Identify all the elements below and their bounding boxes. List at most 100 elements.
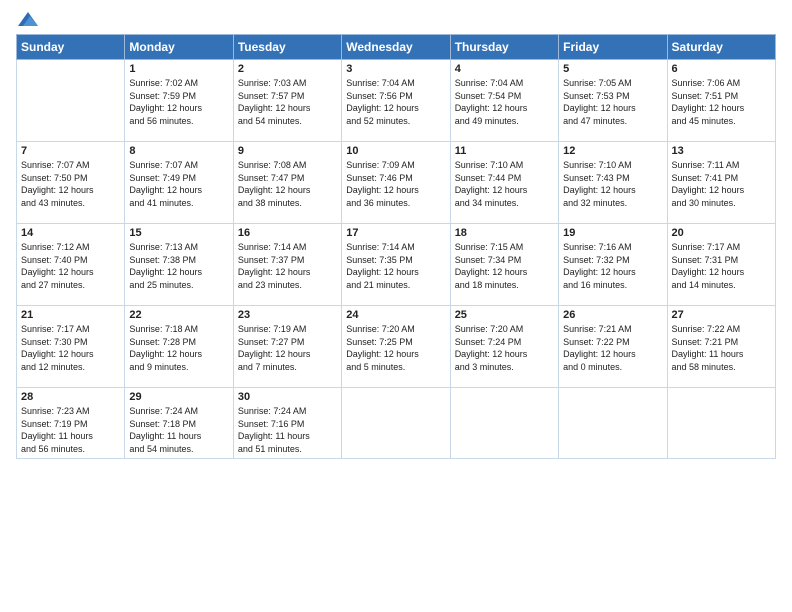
day-number: 10 [346, 145, 445, 157]
day-info: Sunrise: 7:20 AM Sunset: 7:25 PM Dayligh… [346, 323, 445, 373]
logo [16, 12, 38, 26]
day-info: Sunrise: 7:21 AM Sunset: 7:22 PM Dayligh… [563, 323, 662, 373]
day-number: 27 [672, 309, 771, 321]
day-info: Sunrise: 7:19 AM Sunset: 7:27 PM Dayligh… [238, 323, 337, 373]
day-header-thursday: Thursday [450, 35, 558, 60]
day-info: Sunrise: 7:20 AM Sunset: 7:24 PM Dayligh… [455, 323, 554, 373]
day-info: Sunrise: 7:10 AM Sunset: 7:44 PM Dayligh… [455, 159, 554, 209]
day-info: Sunrise: 7:09 AM Sunset: 7:46 PM Dayligh… [346, 159, 445, 209]
day-info: Sunrise: 7:07 AM Sunset: 7:49 PM Dayligh… [129, 159, 228, 209]
day-number: 25 [455, 309, 554, 321]
day-info: Sunrise: 7:18 AM Sunset: 7:28 PM Dayligh… [129, 323, 228, 373]
day-info: Sunrise: 7:14 AM Sunset: 7:35 PM Dayligh… [346, 241, 445, 291]
calendar-cell: 20 Sunrise: 7:17 AM Sunset: 7:31 PM Dayli… [667, 224, 775, 306]
day-info: Sunrise: 7:06 AM Sunset: 7:51 PM Dayligh… [672, 77, 771, 127]
day-number: 29 [129, 391, 228, 403]
day-number: 17 [346, 227, 445, 239]
calendar-cell: 5 Sunrise: 7:05 AM Sunset: 7:53 PM Daylig… [559, 60, 667, 142]
calendar-cell: 3 Sunrise: 7:04 AM Sunset: 7:56 PM Daylig… [342, 60, 450, 142]
day-info: Sunrise: 7:04 AM Sunset: 7:56 PM Dayligh… [346, 77, 445, 127]
day-info: Sunrise: 7:08 AM Sunset: 7:47 PM Dayligh… [238, 159, 337, 209]
calendar-week-row: 28Sunrise: 7:23 AM Sunset: 7:19 PM Dayli… [17, 388, 776, 459]
calendar-cell: 21 Sunrise: 7:17 AM Sunset: 7:30 PM Dayli… [17, 306, 125, 388]
day-number: 18 [455, 227, 554, 239]
day-number: 7 [21, 145, 120, 157]
day-number: 20 [672, 227, 771, 239]
day-info: Sunrise: 7:17 AM Sunset: 7:30 PM Dayligh… [21, 323, 120, 373]
day-number: 1 [129, 63, 228, 75]
day-number: 26 [563, 309, 662, 321]
calendar-cell: 24 Sunrise: 7:20 AM Sunset: 7:25 PM Dayli… [342, 306, 450, 388]
day-number: 22 [129, 309, 228, 321]
calendar-cell: 16Sunrise: 7:14 AM Sunset: 7:37 PM Dayli… [233, 224, 341, 306]
calendar-cell: 22 Sunrise: 7:18 AM Sunset: 7:28 PM Dayli… [125, 306, 233, 388]
calendar-cell: 26 Sunrise: 7:21 AM Sunset: 7:22 PM Dayli… [559, 306, 667, 388]
calendar-cell [342, 388, 450, 459]
calendar-week-row: 7Sunrise: 7:07 AM Sunset: 7:50 PM Daylig… [17, 142, 776, 224]
day-info: Sunrise: 7:02 AM Sunset: 7:59 PM Dayligh… [129, 77, 228, 127]
calendar-cell: 28Sunrise: 7:23 AM Sunset: 7:19 PM Dayli… [17, 388, 125, 459]
calendar-cell: 10 Sunrise: 7:09 AM Sunset: 7:46 PM Dayli… [342, 142, 450, 224]
day-number: 14 [21, 227, 120, 239]
day-info: Sunrise: 7:04 AM Sunset: 7:54 PM Dayligh… [455, 77, 554, 127]
day-header-friday: Friday [559, 35, 667, 60]
calendar-cell: 30 Sunrise: 7:24 AM Sunset: 7:16 PM Dayli… [233, 388, 341, 459]
header [16, 12, 776, 26]
calendar-cell: 1 Sunrise: 7:02 AM Sunset: 7:59 PM Daylig… [125, 60, 233, 142]
day-number: 6 [672, 63, 771, 75]
calendar-cell: 19Sunrise: 7:16 AM Sunset: 7:32 PM Dayli… [559, 224, 667, 306]
calendar-cell: 9 Sunrise: 7:08 AM Sunset: 7:47 PM Daylig… [233, 142, 341, 224]
logo-icon [18, 12, 38, 26]
calendar-cell: 15Sunrise: 7:13 AM Sunset: 7:38 PM Dayli… [125, 224, 233, 306]
day-info: Sunrise: 7:17 AM Sunset: 7:31 PM Dayligh… [672, 241, 771, 291]
calendar-cell: 11 Sunrise: 7:10 AM Sunset: 7:44 PM Dayli… [450, 142, 558, 224]
calendar-cell [450, 388, 558, 459]
day-number: 11 [455, 145, 554, 157]
day-number: 24 [346, 309, 445, 321]
day-number: 8 [129, 145, 228, 157]
calendar-cell: 13 Sunrise: 7:11 AM Sunset: 7:41 PM Dayli… [667, 142, 775, 224]
calendar-week-row: 14 Sunrise: 7:12 AM Sunset: 7:40 PM Dayli… [17, 224, 776, 306]
calendar-cell: 7Sunrise: 7:07 AM Sunset: 7:50 PM Daylig… [17, 142, 125, 224]
day-number: 19 [563, 227, 662, 239]
calendar-cell: 29 Sunrise: 7:24 AM Sunset: 7:18 PM Dayli… [125, 388, 233, 459]
day-number: 3 [346, 63, 445, 75]
day-number: 30 [238, 391, 337, 403]
day-number: 13 [672, 145, 771, 157]
day-number: 5 [563, 63, 662, 75]
calendar-week-row: 1 Sunrise: 7:02 AM Sunset: 7:59 PM Daylig… [17, 60, 776, 142]
calendar-table: SundayMondayTuesdayWednesdayThursdayFrid… [16, 34, 776, 459]
day-number: 21 [21, 309, 120, 321]
calendar-header-row: SundayMondayTuesdayWednesdayThursdayFrid… [17, 35, 776, 60]
calendar-cell: 27 Sunrise: 7:22 AM Sunset: 7:21 PM Dayli… [667, 306, 775, 388]
day-header-monday: Monday [125, 35, 233, 60]
calendar-cell: 6 Sunrise: 7:06 AM Sunset: 7:51 PM Daylig… [667, 60, 775, 142]
calendar-cell: 4 Sunrise: 7:04 AM Sunset: 7:54 PM Daylig… [450, 60, 558, 142]
day-number: 23 [238, 309, 337, 321]
calendar-cell: 17 Sunrise: 7:14 AM Sunset: 7:35 PM Dayli… [342, 224, 450, 306]
day-info: Sunrise: 7:15 AM Sunset: 7:34 PM Dayligh… [455, 241, 554, 291]
day-number: 4 [455, 63, 554, 75]
calendar-cell: 8 Sunrise: 7:07 AM Sunset: 7:49 PM Daylig… [125, 142, 233, 224]
day-info: Sunrise: 7:24 AM Sunset: 7:16 PM Dayligh… [238, 405, 337, 455]
calendar-cell [667, 388, 775, 459]
calendar-cell: 12Sunrise: 7:10 AM Sunset: 7:43 PM Dayli… [559, 142, 667, 224]
calendar-cell: 25 Sunrise: 7:20 AM Sunset: 7:24 PM Dayli… [450, 306, 558, 388]
day-header-wednesday: Wednesday [342, 35, 450, 60]
day-info: Sunrise: 7:11 AM Sunset: 7:41 PM Dayligh… [672, 159, 771, 209]
calendar-cell: 18 Sunrise: 7:15 AM Sunset: 7:34 PM Dayli… [450, 224, 558, 306]
day-info: Sunrise: 7:13 AM Sunset: 7:38 PM Dayligh… [129, 241, 228, 291]
day-info: Sunrise: 7:03 AM Sunset: 7:57 PM Dayligh… [238, 77, 337, 127]
day-info: Sunrise: 7:24 AM Sunset: 7:18 PM Dayligh… [129, 405, 228, 455]
day-number: 28 [21, 391, 120, 403]
day-info: Sunrise: 7:05 AM Sunset: 7:53 PM Dayligh… [563, 77, 662, 127]
day-number: 9 [238, 145, 337, 157]
day-info: Sunrise: 7:22 AM Sunset: 7:21 PM Dayligh… [672, 323, 771, 373]
calendar-cell [559, 388, 667, 459]
calendar-cell: 14 Sunrise: 7:12 AM Sunset: 7:40 PM Dayli… [17, 224, 125, 306]
day-header-saturday: Saturday [667, 35, 775, 60]
calendar-page: SundayMondayTuesdayWednesdayThursdayFrid… [0, 0, 792, 612]
calendar-cell: 23 Sunrise: 7:19 AM Sunset: 7:27 PM Dayli… [233, 306, 341, 388]
day-info: Sunrise: 7:12 AM Sunset: 7:40 PM Dayligh… [21, 241, 120, 291]
day-header-sunday: Sunday [17, 35, 125, 60]
